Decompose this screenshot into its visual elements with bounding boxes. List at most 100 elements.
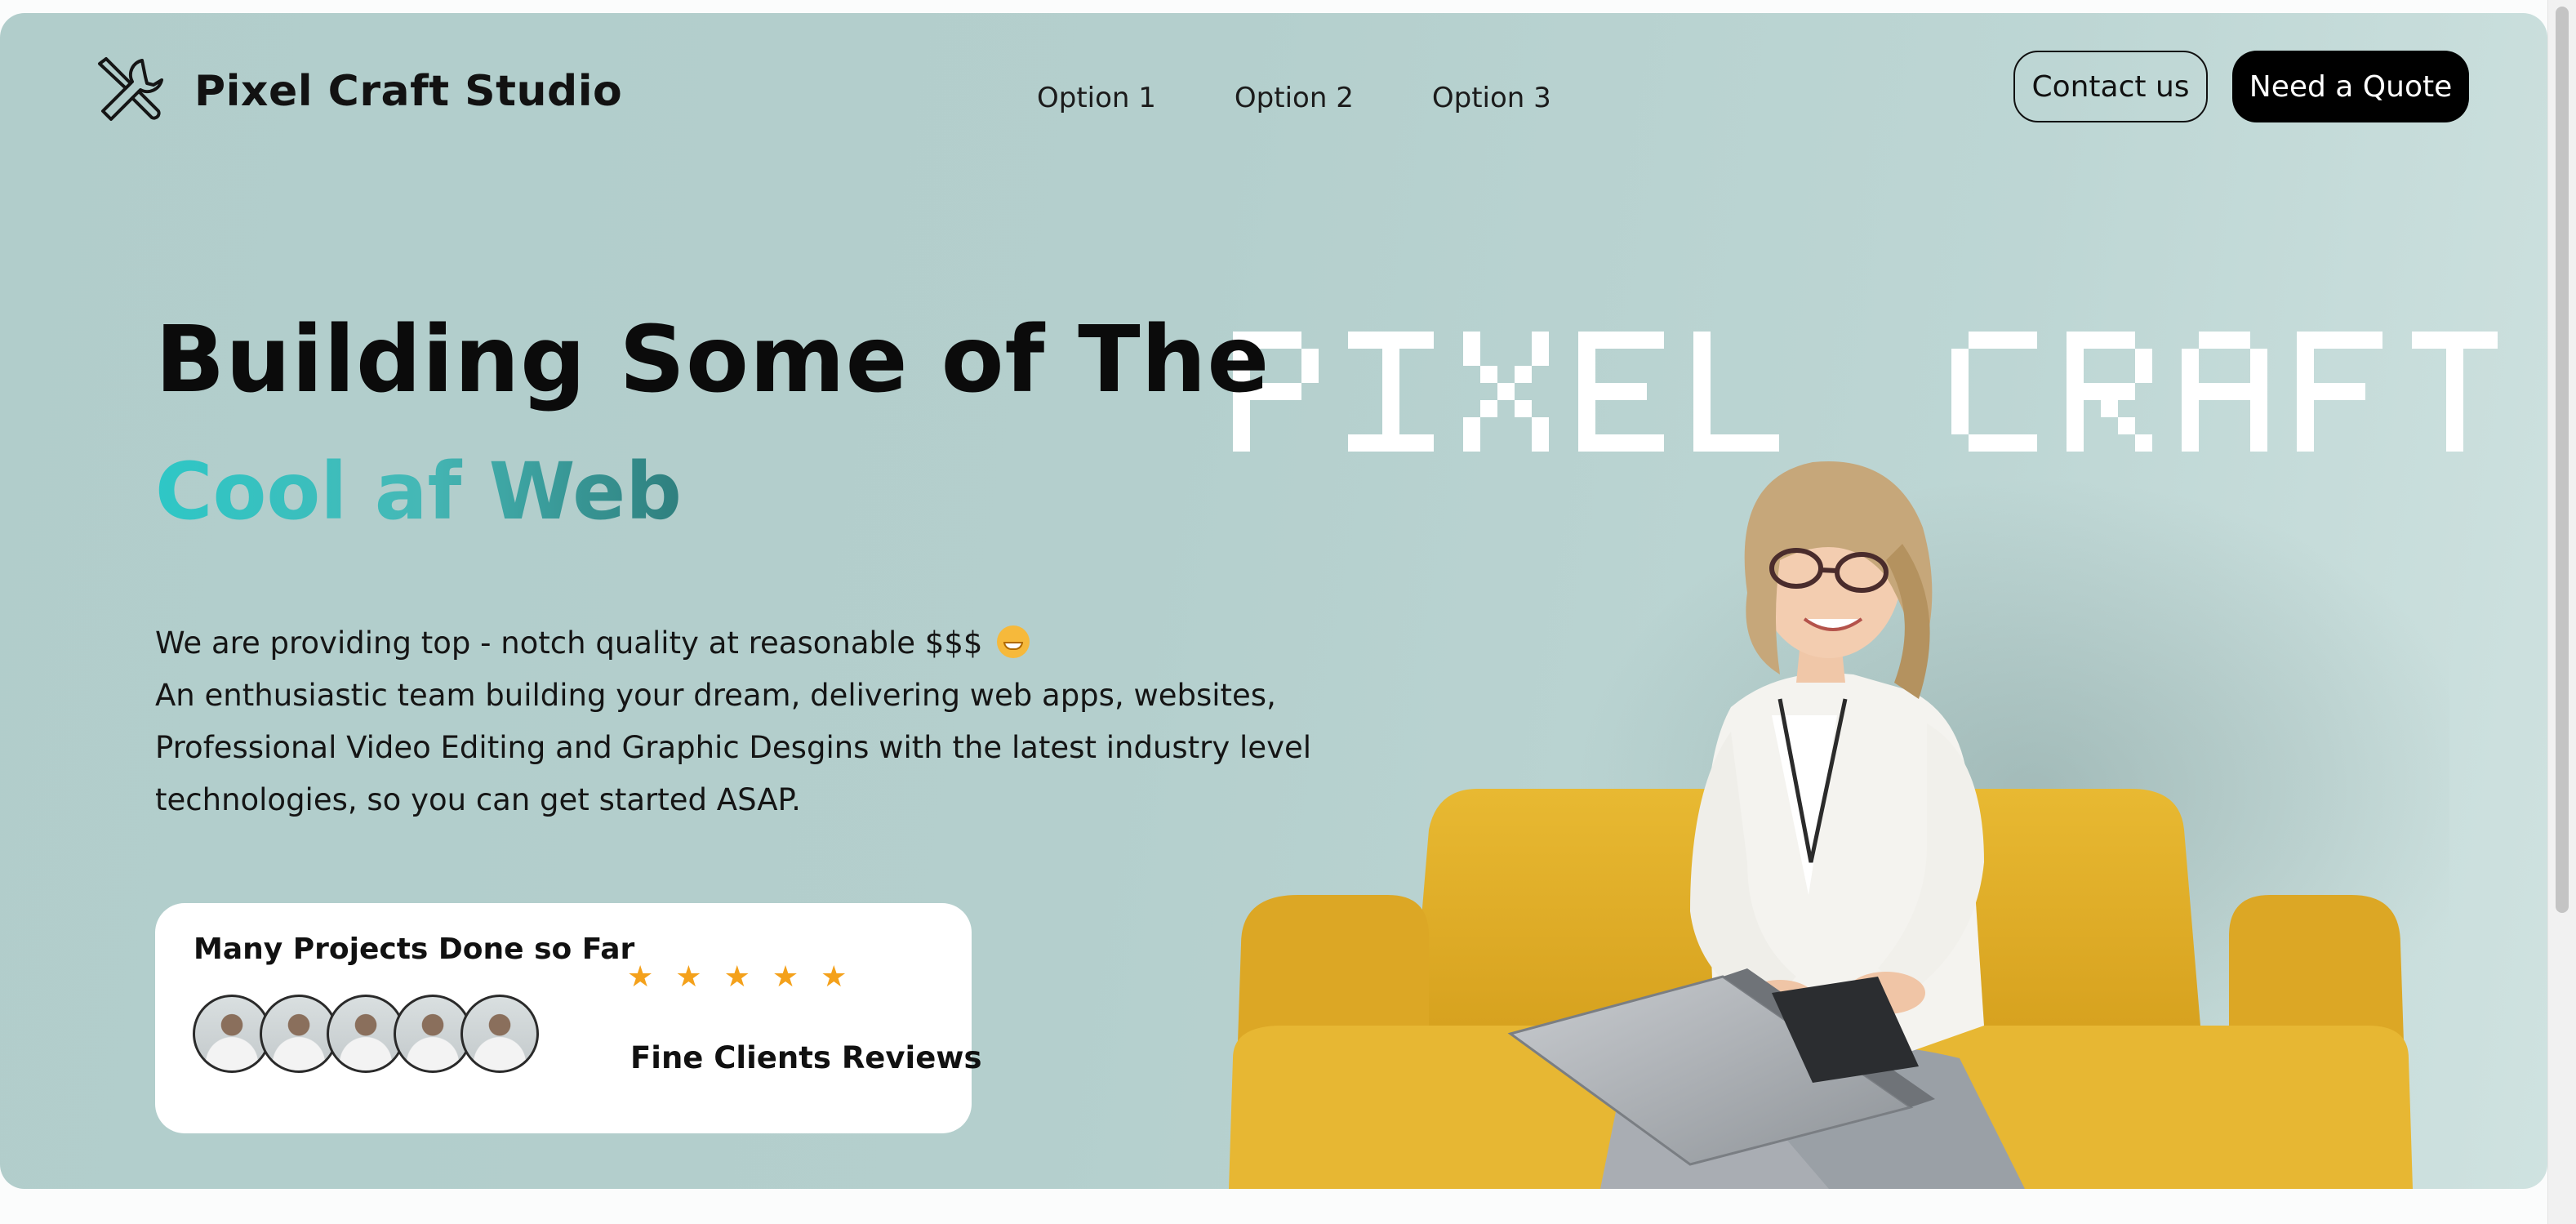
pixel-block (2101, 383, 2118, 400)
pixel-block (1986, 332, 2003, 349)
pixel-block (2118, 332, 2135, 349)
pixel-block (2331, 383, 2348, 400)
star-icon: ★ (627, 960, 654, 994)
pixel-block (2446, 332, 2463, 349)
pixel-block (1630, 383, 1647, 400)
client-reviews-label: Fine Clients Reviews (630, 1040, 982, 1075)
pixel-block (1382, 366, 1399, 383)
pixel-block (2067, 366, 2084, 383)
pixel-block (2118, 383, 2135, 400)
pixel-block (2003, 332, 2020, 349)
rating-stars: ★ ★ ★ ★ ★ (627, 960, 869, 994)
pixel-block (1951, 366, 1969, 383)
pixel-block (1284, 332, 1301, 349)
pixel-block (1613, 332, 1630, 349)
pixel-block (2429, 332, 2446, 349)
pixel-block (2365, 332, 2382, 349)
pixel-block (2182, 349, 2199, 366)
star-icon: ★ (821, 960, 848, 994)
projects-card: Many Projects Done so Far ★ ★ ★ ★ ★ Fine… (155, 903, 982, 1133)
pixel-block (2297, 383, 2314, 400)
pixel-block (2412, 332, 2429, 349)
page-scrollbar[interactable] (2547, 0, 2576, 1224)
pixel-block (2348, 332, 2365, 349)
pixel-block (2463, 332, 2480, 349)
hero-image (1229, 461, 2449, 1189)
hero-section: Pixel Craft Studio Option 1 Option 2 Opt… (0, 13, 2547, 1189)
pixel-block (2084, 332, 2101, 349)
pixel-block (1951, 383, 1969, 400)
pixel-block (2135, 366, 2152, 383)
hero-description: We are providing top - notch quality at … (155, 617, 1323, 826)
pixel-block (1417, 332, 1434, 349)
description-line-1: We are providing top - notch quality at … (155, 625, 983, 661)
projects-card-title: Many Projects Done so Far (194, 932, 635, 966)
pixel-block (1578, 332, 1595, 349)
pixel-block (1532, 349, 1549, 366)
pixel-block (1301, 349, 1319, 366)
pixel-block (2216, 332, 2233, 349)
pixel-block (1630, 332, 1647, 349)
pixel-block (1613, 383, 1630, 400)
brand-logo[interactable]: Pixel Craft Studio (91, 52, 622, 131)
pixel-block (1578, 383, 1595, 400)
pixel-block (2250, 366, 2267, 383)
pixel-block (1647, 332, 1664, 349)
pixel-block (1578, 349, 1595, 366)
star-icon: ★ (723, 960, 750, 994)
pixel-block (2297, 349, 2314, 366)
main-nav: Option 1 Option 2 Option 3 (1037, 82, 1630, 114)
nav-option-2[interactable]: Option 2 (1235, 82, 1354, 114)
pixel-block (2446, 383, 2463, 400)
pixel-block (1348, 332, 1365, 349)
pixel-block (1969, 332, 1986, 349)
pixel-block (1515, 366, 1532, 383)
pixel-block (1365, 332, 1382, 349)
pixel-block (2067, 332, 2084, 349)
pixel-block (2250, 349, 2267, 366)
pixel-block (1399, 332, 1417, 349)
pixel-block (1532, 332, 1549, 349)
pixel-block (1284, 383, 1301, 400)
scrollbar-thumb[interactable] (2556, 7, 2569, 913)
pixel-block (1578, 366, 1595, 383)
pixel-block (2314, 332, 2331, 349)
pixel-block (1693, 366, 1711, 383)
pixel-block (1595, 383, 1613, 400)
pixel-block (2297, 332, 2314, 349)
pixel-block (2182, 366, 2199, 383)
pixel-block (2233, 383, 2250, 400)
avatar (460, 995, 539, 1073)
star-icon: ★ (772, 960, 799, 994)
pixel-block (1463, 332, 1480, 349)
pixel-block (1463, 349, 1480, 366)
brand-name: Pixel Craft Studio (194, 67, 623, 116)
pixel-block (1301, 366, 1319, 383)
pixel-block (1480, 366, 1497, 383)
pixel-block (2314, 383, 2331, 400)
pixel-block (2348, 383, 2365, 400)
pixel-block (1693, 332, 1711, 349)
pixel-block (2020, 332, 2037, 349)
pixel-block (2250, 383, 2267, 400)
pixel-block (2182, 383, 2199, 400)
nav-option-3[interactable]: Option 3 (1432, 82, 1551, 114)
contact-us-button[interactable]: Contact us (2013, 51, 2208, 122)
pixel-block (1497, 383, 1515, 400)
star-icon: ★ (675, 960, 702, 994)
pixel-block (2297, 366, 2314, 383)
pixel-block (2084, 383, 2101, 400)
pixel-block (2199, 332, 2216, 349)
client-avatars (193, 995, 539, 1073)
hero-headline: Building Some of The (155, 307, 1270, 413)
need-quote-button[interactable]: Need a Quote (2232, 51, 2469, 122)
description-body: An enthusiastic team building your dream… (155, 678, 1312, 817)
hero-subheadline: Cool af Web (155, 446, 682, 537)
pixel-block (2446, 366, 2463, 383)
pixel-block (2216, 383, 2233, 400)
pixel-block (1382, 349, 1399, 366)
pixel-block (1693, 383, 1711, 400)
pixel-block (2067, 349, 2084, 366)
nav-option-1[interactable]: Option 1 (1037, 82, 1156, 114)
pixel-block (1382, 383, 1399, 400)
